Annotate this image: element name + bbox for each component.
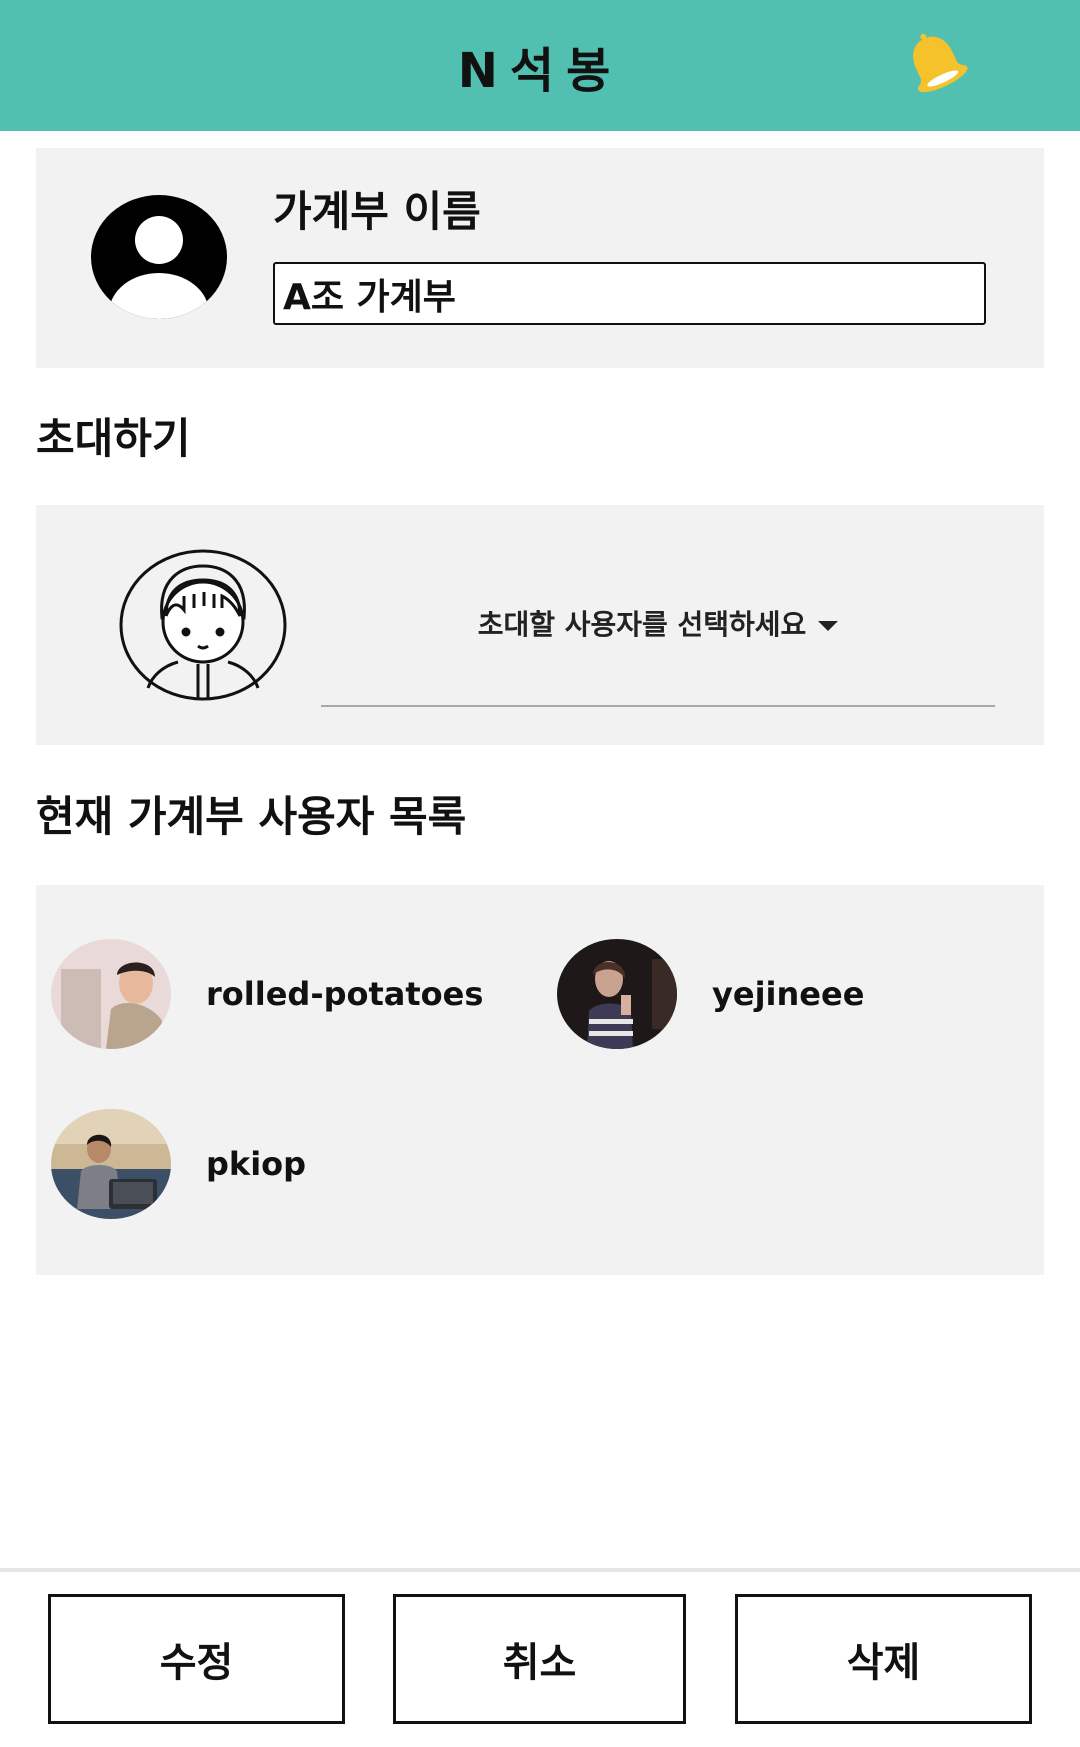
member-avatar	[557, 939, 677, 1049]
member-username: pkiop	[206, 1145, 307, 1183]
app-header: N석봉	[0, 0, 1080, 131]
caret-down-icon	[818, 621, 839, 631]
app-title: N석봉	[457, 42, 623, 99]
cancel-button[interactable]: 취소	[393, 1594, 686, 1724]
member-avatar	[51, 939, 171, 1049]
user-avatar-icon	[119, 549, 287, 701]
members-card: rolled-potatoes yejineee pkiop	[36, 885, 1044, 1275]
page: N석봉 가계부 이름 초대하기	[0, 0, 1080, 1747]
invite-card: 초대할 사용자를 선택하세요	[36, 505, 1044, 745]
edit-button[interactable]: 수정	[48, 1594, 345, 1724]
account-name-input[interactable]	[273, 262, 986, 325]
member-username: yejineee	[712, 975, 865, 1013]
invite-select-placeholder: 초대할 사용자를 선택하세요	[477, 608, 807, 641]
member-item[interactable]: pkiop	[51, 1108, 511, 1220]
bell-icon[interactable]	[900, 28, 972, 100]
account-name-card: 가계부 이름	[36, 148, 1044, 368]
member-avatar	[51, 1109, 171, 1219]
members-section-title: 현재 가계부 사용자 목록	[36, 792, 467, 841]
invite-user-select[interactable]: 초대할 사용자를 선택하세요	[321, 565, 995, 707]
profile-icon	[91, 195, 227, 319]
delete-button[interactable]: 삭제	[735, 1594, 1032, 1724]
bottom-divider	[0, 1568, 1080, 1572]
member-item[interactable]: rolled-potatoes	[51, 938, 511, 1050]
invite-section-title: 초대하기	[36, 414, 191, 463]
account-name-label: 가계부 이름	[273, 187, 481, 236]
member-item[interactable]: yejineee	[557, 938, 1017, 1050]
member-username: rolled-potatoes	[206, 975, 484, 1013]
